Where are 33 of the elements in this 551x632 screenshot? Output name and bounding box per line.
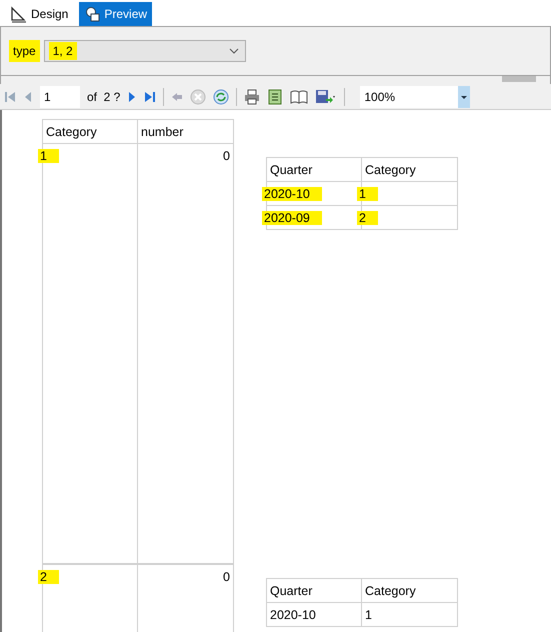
page-count-text: of 2 ? — [87, 88, 120, 106]
column-header: number — [141, 125, 184, 139]
column-header: Category — [365, 584, 416, 598]
page-layout-icon[interactable] — [267, 88, 284, 104]
table-cell: 0 — [223, 570, 230, 584]
last-page-icon[interactable] — [144, 90, 156, 104]
collapse-handle[interactable] — [502, 76, 536, 82]
table-cell: 1 — [357, 187, 378, 201]
tab[interactable]: Preview — [79, 2, 152, 26]
tab[interactable]: Design — [6, 2, 74, 26]
table-cell: 2020-10 — [270, 608, 316, 622]
column-header: Quarter — [270, 163, 312, 177]
table-cell: 2020-10 — [262, 187, 322, 201]
book-icon[interactable] — [290, 88, 308, 104]
print-icon[interactable] — [244, 88, 260, 104]
column-header: Category — [365, 163, 416, 177]
table-cell: 2 — [38, 570, 59, 584]
chevron-down-icon — [228, 48, 239, 54]
table-cell: 0 — [223, 149, 230, 163]
parameter-dropdown[interactable]: 1, 2 — [44, 40, 246, 62]
table-cell: 1 — [38, 149, 59, 163]
ruler-triangle-icon — [11, 6, 27, 22]
parameter-label: type — [9, 40, 40, 62]
column-header: Quarter — [270, 584, 312, 598]
table-cell: 1 — [365, 608, 372, 622]
next-page-icon[interactable] — [127, 90, 138, 104]
table-cell: 2020-09 — [262, 211, 322, 225]
column-header: Category — [46, 125, 97, 139]
save-icon[interactable] — [315, 88, 338, 104]
table-cell: 2 — [357, 211, 378, 225]
zoom-dropdown[interactable]: 100% — [360, 86, 470, 108]
refresh-icon[interactable] — [213, 88, 230, 104]
page-number-field[interactable]: 1 — [40, 86, 80, 108]
